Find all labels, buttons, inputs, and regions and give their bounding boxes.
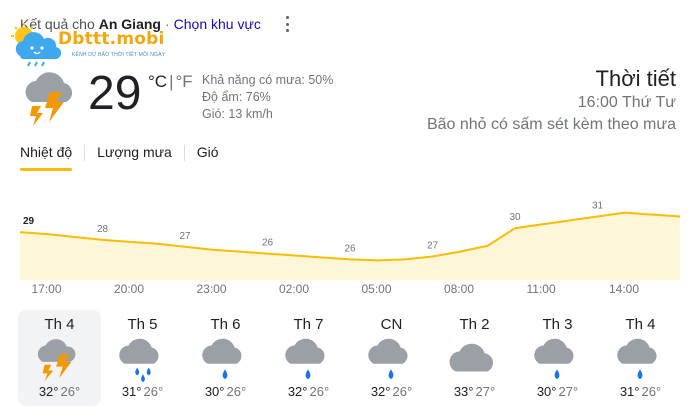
day-temps: 32° 26° — [18, 384, 101, 399]
hour-tick-label: 17:00 — [31, 282, 62, 296]
day-card[interactable]: Th 6 30° 26° — [184, 310, 267, 406]
day-temps: 33° 27° — [433, 384, 516, 399]
temperature-label: 26 — [262, 238, 274, 249]
day-high: 33° — [453, 384, 474, 399]
day-temps: 32° 26° — [267, 384, 350, 399]
logo-tagline: KÊNH DỰ BÁO THỜI TIẾT MỖI NGÀY — [72, 52, 166, 58]
day-low: 26° — [641, 384, 662, 399]
cloudy-icon — [449, 343, 494, 372]
hour-tick-label: 20:00 — [114, 282, 145, 296]
weather-condition: Bão nhỏ có sấm sét kèm theo mưa — [426, 116, 676, 133]
metric-tabs: Nhiệt độ Lượng mưa Gió — [20, 144, 219, 171]
watermark-logo: Dbttt.mobi KÊNH DỰ BÁO THỜI TIẾT MỖI NGÀ… — [10, 22, 170, 68]
day-low: 26° — [143, 384, 164, 399]
day-name: Th 6 — [210, 316, 241, 333]
day-temps: 31° 26° — [101, 384, 184, 399]
temperature-chart-svg: 29 28 27 26 26 27 30 31 — [20, 201, 680, 280]
rain-icon — [617, 338, 657, 380]
day-low: 26° — [392, 384, 413, 399]
weather-time: 16:00 Thứ Tư — [577, 94, 676, 111]
day-high: 32° — [370, 384, 391, 399]
rain-icon — [534, 338, 574, 380]
day-name: Th 3 — [542, 316, 573, 333]
heavy-rain-icon — [119, 338, 159, 383]
weather-summary: Thời tiết 16:00 Thứ Tư Bão nhỏ có sấm sé… — [427, 66, 676, 136]
weather-title: Thời tiết — [595, 66, 676, 91]
day-low: 26° — [60, 384, 81, 399]
current-temperature: 29 — [88, 67, 142, 120]
logo-brand: Dbttt.mobi — [58, 29, 165, 49]
day-temps: 32° 26° — [350, 384, 433, 399]
hour-axis: 17:00 20:00 23:00 02:00 05:00 08:00 11:00 14:00 — [20, 282, 680, 300]
day-high: 30° — [204, 384, 225, 399]
day-card[interactable]: Th 3 30° 27° — [516, 310, 599, 406]
tab-divider — [84, 144, 86, 161]
temperature-label: 29 — [23, 216, 35, 227]
day-high: 31° — [619, 384, 640, 399]
thunderstorm-icon — [37, 339, 76, 382]
rain-icon — [202, 338, 242, 380]
day-name: Th 7 — [293, 316, 324, 333]
day-high: 31° — [121, 384, 142, 399]
day-card[interactable]: Th 4 31° 26° — [599, 310, 682, 406]
temperature-chart: 29 28 27 26 26 27 30 31 17:00 20:00 23:00 02:00 05:… — [20, 190, 680, 310]
hour-tick-label: 11:00 — [526, 282, 556, 296]
celsius-button[interactable]: °C — [148, 72, 167, 92]
hour-tick-label: 08:00 — [444, 282, 475, 296]
unit-toggle: °C | °F — [148, 72, 193, 92]
day-temps: 30° 26° — [184, 384, 267, 399]
day-card[interactable]: Th 7 32° 26° — [267, 310, 350, 406]
choose-location-link[interactable]: Chọn khu vực — [174, 16, 261, 32]
day-low: 27° — [475, 384, 496, 399]
day-name: Th 4 — [625, 316, 656, 333]
fahrenheit-button[interactable]: °F — [176, 72, 193, 92]
tab-temperature[interactable]: Nhiệt độ — [20, 144, 73, 171]
hour-tick-label: 02:00 — [279, 282, 310, 296]
day-name: Th 4 — [44, 316, 75, 333]
temperature-label: 28 — [97, 224, 109, 235]
unit-separator: | — [169, 72, 174, 91]
precipitation-chance: Khả năng có mưa: 50% — [202, 73, 334, 87]
rain-icon — [368, 338, 408, 380]
day-card[interactable]: Th 4 32° 26° — [18, 310, 101, 406]
day-high: 30° — [536, 384, 557, 399]
day-low: 27° — [558, 384, 579, 399]
day-high: 32° — [287, 384, 308, 399]
wind-speed: Gió: 13 km/h — [202, 107, 273, 121]
temperature-label: 27 — [427, 241, 439, 252]
tab-wind[interactable]: Gió — [197, 144, 219, 169]
day-card[interactable]: Th 2 33° 27° — [433, 310, 516, 406]
tab-divider — [183, 144, 185, 161]
temperature-label: 26 — [344, 243, 356, 254]
day-temps: 30° 27° — [516, 384, 599, 399]
temperature-label: 27 — [179, 231, 191, 242]
hour-tick-label: 05:00 — [361, 282, 392, 296]
humidity: Độ ẩm: 76% — [202, 90, 271, 104]
day-low: 26° — [226, 384, 247, 399]
thunderstorm-icon — [18, 66, 80, 128]
day-high: 32° — [38, 384, 59, 399]
day-low: 26° — [309, 384, 330, 399]
tab-precipitation[interactable]: Lượng mưa — [97, 144, 172, 169]
day-name: Th 5 — [127, 316, 158, 333]
daily-forecast: Th 4 32° 26° Th 5 31° 26° Th 6 30° 26° Th 7 32° 26°… — [18, 310, 682, 410]
temperature-label: 31 — [592, 201, 604, 212]
more-options-icon[interactable] — [280, 14, 294, 34]
day-card[interactable]: Th 5 31° 26° — [101, 310, 184, 406]
day-temps: 31° 26° — [599, 384, 682, 399]
hour-tick-label: 14:00 — [609, 282, 640, 296]
day-name: CN — [380, 316, 403, 333]
current-stats: Khả năng có mưa: 50% Độ ẩm: 76% Gió: 13 … — [202, 72, 333, 123]
day-card[interactable]: CN 32° 26° — [350, 310, 433, 406]
hour-tick-label: 23:00 — [196, 282, 227, 296]
day-name: Th 2 — [459, 316, 490, 333]
temperature-label: 30 — [509, 212, 521, 223]
rain-icon — [285, 338, 325, 380]
